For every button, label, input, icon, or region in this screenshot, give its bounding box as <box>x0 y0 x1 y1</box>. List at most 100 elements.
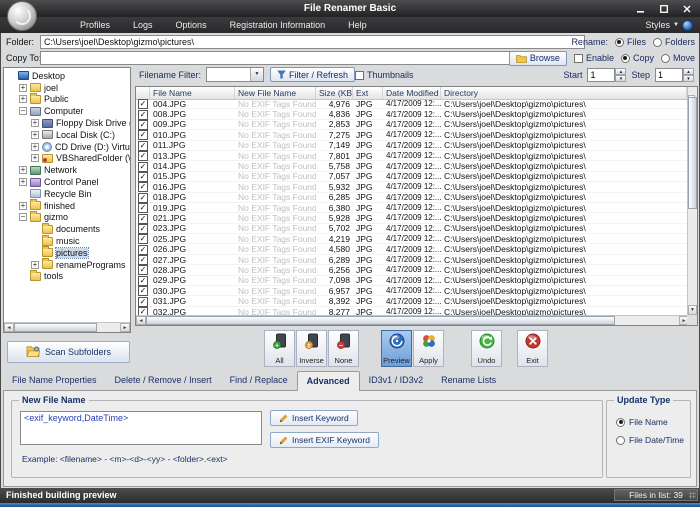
tree-expand-toggle[interactable]: + <box>31 119 39 127</box>
spin-down-icon[interactable]: ▼ <box>683 75 694 82</box>
tree-expand-toggle[interactable]: + <box>31 143 39 151</box>
column-header-file-name[interactable]: File Name <box>150 87 235 99</box>
table-horizontal-scrollbar[interactable]: ◄ ► <box>136 315 689 325</box>
tree-item-public[interactable]: +Public <box>4 94 130 106</box>
dropdown-arrow-icon[interactable]: ▼ <box>250 68 263 81</box>
tree-item-vbsharedfolder-vboxsvr-z[interactable]: +VBSharedFolder (\\vboxsvr) (Z <box>4 153 130 165</box>
tree-item-renameprograms[interactable]: +renamePrograms <box>4 259 130 271</box>
rename-folders-radio[interactable]: Folders <box>653 37 695 47</box>
menu-item-registration-information[interactable]: Registration Information <box>230 20 326 30</box>
tree-expand-toggle[interactable]: + <box>31 261 39 269</box>
tree-expand-toggle[interactable]: − <box>19 213 27 221</box>
update-type-file-datetime-radio[interactable]: File Date/Time <box>616 435 684 445</box>
filename-filter-combobox[interactable]: ▼ <box>206 67 264 82</box>
all-button[interactable]: +All <box>264 330 295 367</box>
table-row[interactable]: ✓025.JPGNo EXIF Tags Found4,219JPG4/17/2… <box>136 234 687 244</box>
tree-expand-toggle[interactable]: + <box>19 178 27 186</box>
browse-button[interactable]: Browse <box>509 51 567 66</box>
folder-path-input[interactable] <box>40 35 585 49</box>
tab-rename-lists[interactable]: Rename Lists <box>432 372 505 390</box>
tree-item-control-panel[interactable]: +Control Panel <box>4 176 130 188</box>
scroll-left-icon[interactable]: ◄ <box>4 323 14 332</box>
menu-item-profiles[interactable]: Profiles <box>80 20 110 30</box>
menu-item-options[interactable]: Options <box>176 20 207 30</box>
apply-button[interactable]: Apply <box>413 330 444 367</box>
tree-expand-toggle[interactable]: + <box>31 131 39 139</box>
undo-button[interactable]: Undo <box>471 330 502 367</box>
table-row[interactable]: ✓028.JPGNo EXIF Tags Found6,256JPG4/17/2… <box>136 265 687 275</box>
tab-id3v1-id3v2[interactable]: ID3v1 / ID3v2 <box>360 372 433 390</box>
tree-item-pictures[interactable]: pictures <box>4 247 130 259</box>
tree-item-tools[interactable]: tools <box>4 271 130 283</box>
tree-item-floppy-disk-drive-a[interactable]: +Floppy Disk Drive (A:) <box>4 117 130 129</box>
preview-button[interactable]: Preview <box>381 330 412 367</box>
copy-radio[interactable]: Copy <box>621 53 654 63</box>
tab-advanced[interactable]: Advanced <box>297 371 360 391</box>
tree-horizontal-scrollbar[interactable]: ◄ ► <box>4 322 130 332</box>
table-row[interactable]: ✓026.JPGNo EXIF Tags Found4,580JPG4/17/2… <box>136 244 687 254</box>
styles-menu[interactable]: Styles▼ <box>646 17 693 33</box>
maximize-button[interactable] <box>658 4 670 13</box>
close-button[interactable] <box>681 4 693 13</box>
table-row[interactable]: ✓010.JPGNo EXIF Tags Found7,275JPG4/17/2… <box>136 130 687 140</box>
step-input[interactable] <box>655 68 683 82</box>
tree-item-network[interactable]: +Network <box>4 164 130 176</box>
tree-expand-toggle[interactable]: + <box>19 95 27 103</box>
tree-item-joel[interactable]: +joel <box>4 82 130 94</box>
thumbnails-checkbox[interactable]: Thumbnails <box>355 70 414 80</box>
spin-up-icon[interactable]: ▲ <box>615 68 626 75</box>
copy-to-input[interactable] <box>40 51 534 65</box>
table-row[interactable]: ✓014.JPGNo EXIF Tags Found5,758JPG4/17/2… <box>136 161 687 171</box>
tree-item-finished[interactable]: +finished <box>4 200 130 212</box>
menu-item-help[interactable]: Help <box>348 20 367 30</box>
column-header-checkbox[interactable] <box>136 87 150 99</box>
tree-expand-toggle[interactable]: + <box>19 202 27 210</box>
spin-up-icon[interactable]: ▲ <box>683 68 694 75</box>
step-stepper[interactable]: ▲▼ <box>655 68 694 82</box>
tree-item-music[interactable]: music <box>4 235 130 247</box>
update-type-file-name-radio[interactable]: File Name <box>616 417 668 427</box>
scroll-left-icon[interactable]: ◄ <box>136 316 146 325</box>
table-row[interactable]: ✓027.JPGNo EXIF Tags Found6,289JPG4/17/2… <box>136 255 687 265</box>
scroll-right-icon[interactable]: ► <box>120 323 130 332</box>
column-header-date-modified[interactable]: Date Modified <box>383 87 441 99</box>
column-header-directory[interactable]: Directory <box>441 87 687 99</box>
exit-button[interactable]: Exit <box>517 330 548 367</box>
tree-expand-toggle[interactable]: + <box>19 166 27 174</box>
table-row[interactable]: ✓018.JPGNo EXIF Tags Found6,285JPG4/17/2… <box>136 193 687 203</box>
column-header-ext[interactable]: Ext <box>353 87 383 99</box>
tree-item-local-disk-c[interactable]: +Local Disk (C:) <box>4 129 130 141</box>
tree-item-gizmo[interactable]: −gizmo <box>4 212 130 224</box>
table-row[interactable]: ✓009.JPGNo EXIF Tags Found2,853JPG4/17/2… <box>136 120 687 130</box>
table-row[interactable]: ✓029.JPGNo EXIF Tags Found7,098JPG4/17/2… <box>136 276 687 286</box>
tab-find-replace[interactable]: Find / Replace <box>221 372 297 390</box>
insert-exif-keyword-button[interactable]: Insert EXIF Keyword <box>270 432 379 448</box>
tree-item-recycle-bin[interactable]: Recycle Bin <box>4 188 130 200</box>
table-row[interactable]: ✓016.JPGNo EXIF Tags Found5,932JPG4/17/2… <box>136 182 687 192</box>
filter-refresh-button[interactable]: Filter / Refresh <box>270 67 355 82</box>
table-row[interactable]: ✓030.JPGNo EXIF Tags Found6,957JPG4/17/2… <box>136 286 687 296</box>
none-button[interactable]: −None <box>328 330 359 367</box>
enable-checkbox[interactable]: Enable <box>574 53 614 63</box>
menu-item-logs[interactable]: Logs <box>133 20 153 30</box>
tree-expand-toggle[interactable]: + <box>31 154 39 162</box>
resize-grip[interactable] <box>689 492 696 499</box>
insert-keyword-button[interactable]: Insert Keyword <box>270 410 358 426</box>
table-row[interactable]: ✓004.JPGNo EXIF Tags Found4,976JPG4/17/2… <box>136 99 687 109</box>
table-row[interactable]: ✓021.JPGNo EXIF Tags Found5,928JPG4/17/2… <box>136 213 687 223</box>
tree-expand-toggle[interactable]: − <box>19 107 27 115</box>
scroll-down-icon[interactable]: ▼ <box>688 305 697 315</box>
column-header-new-file-name[interactable]: New File Name <box>235 87 316 99</box>
table-row[interactable]: ✓011.JPGNo EXIF Tags Found7,149JPG4/17/2… <box>136 141 687 151</box>
tab-file-name-properties[interactable]: File Name Properties <box>3 372 106 390</box>
tree-expand-toggle[interactable]: + <box>19 84 27 92</box>
minimize-button[interactable] <box>635 4 647 13</box>
table-row[interactable]: ✓015.JPGNo EXIF Tags Found7,057JPG4/17/2… <box>136 172 687 182</box>
table-row[interactable]: ✓031.JPGNo EXIF Tags Found8,392JPG4/17/2… <box>136 296 687 306</box>
move-radio[interactable]: Move <box>661 53 695 63</box>
table-vertical-scrollbar[interactable]: ▲ ▼ <box>687 87 697 315</box>
tab-delete-remove-insert[interactable]: Delete / Remove / Insert <box>106 372 221 390</box>
inverse-button[interactable]: ±Inverse <box>296 330 327 367</box>
table-row[interactable]: ✓019.JPGNo EXIF Tags Found6,380JPG4/17/2… <box>136 203 687 213</box>
tree-item-computer[interactable]: −Computer <box>4 105 130 117</box>
